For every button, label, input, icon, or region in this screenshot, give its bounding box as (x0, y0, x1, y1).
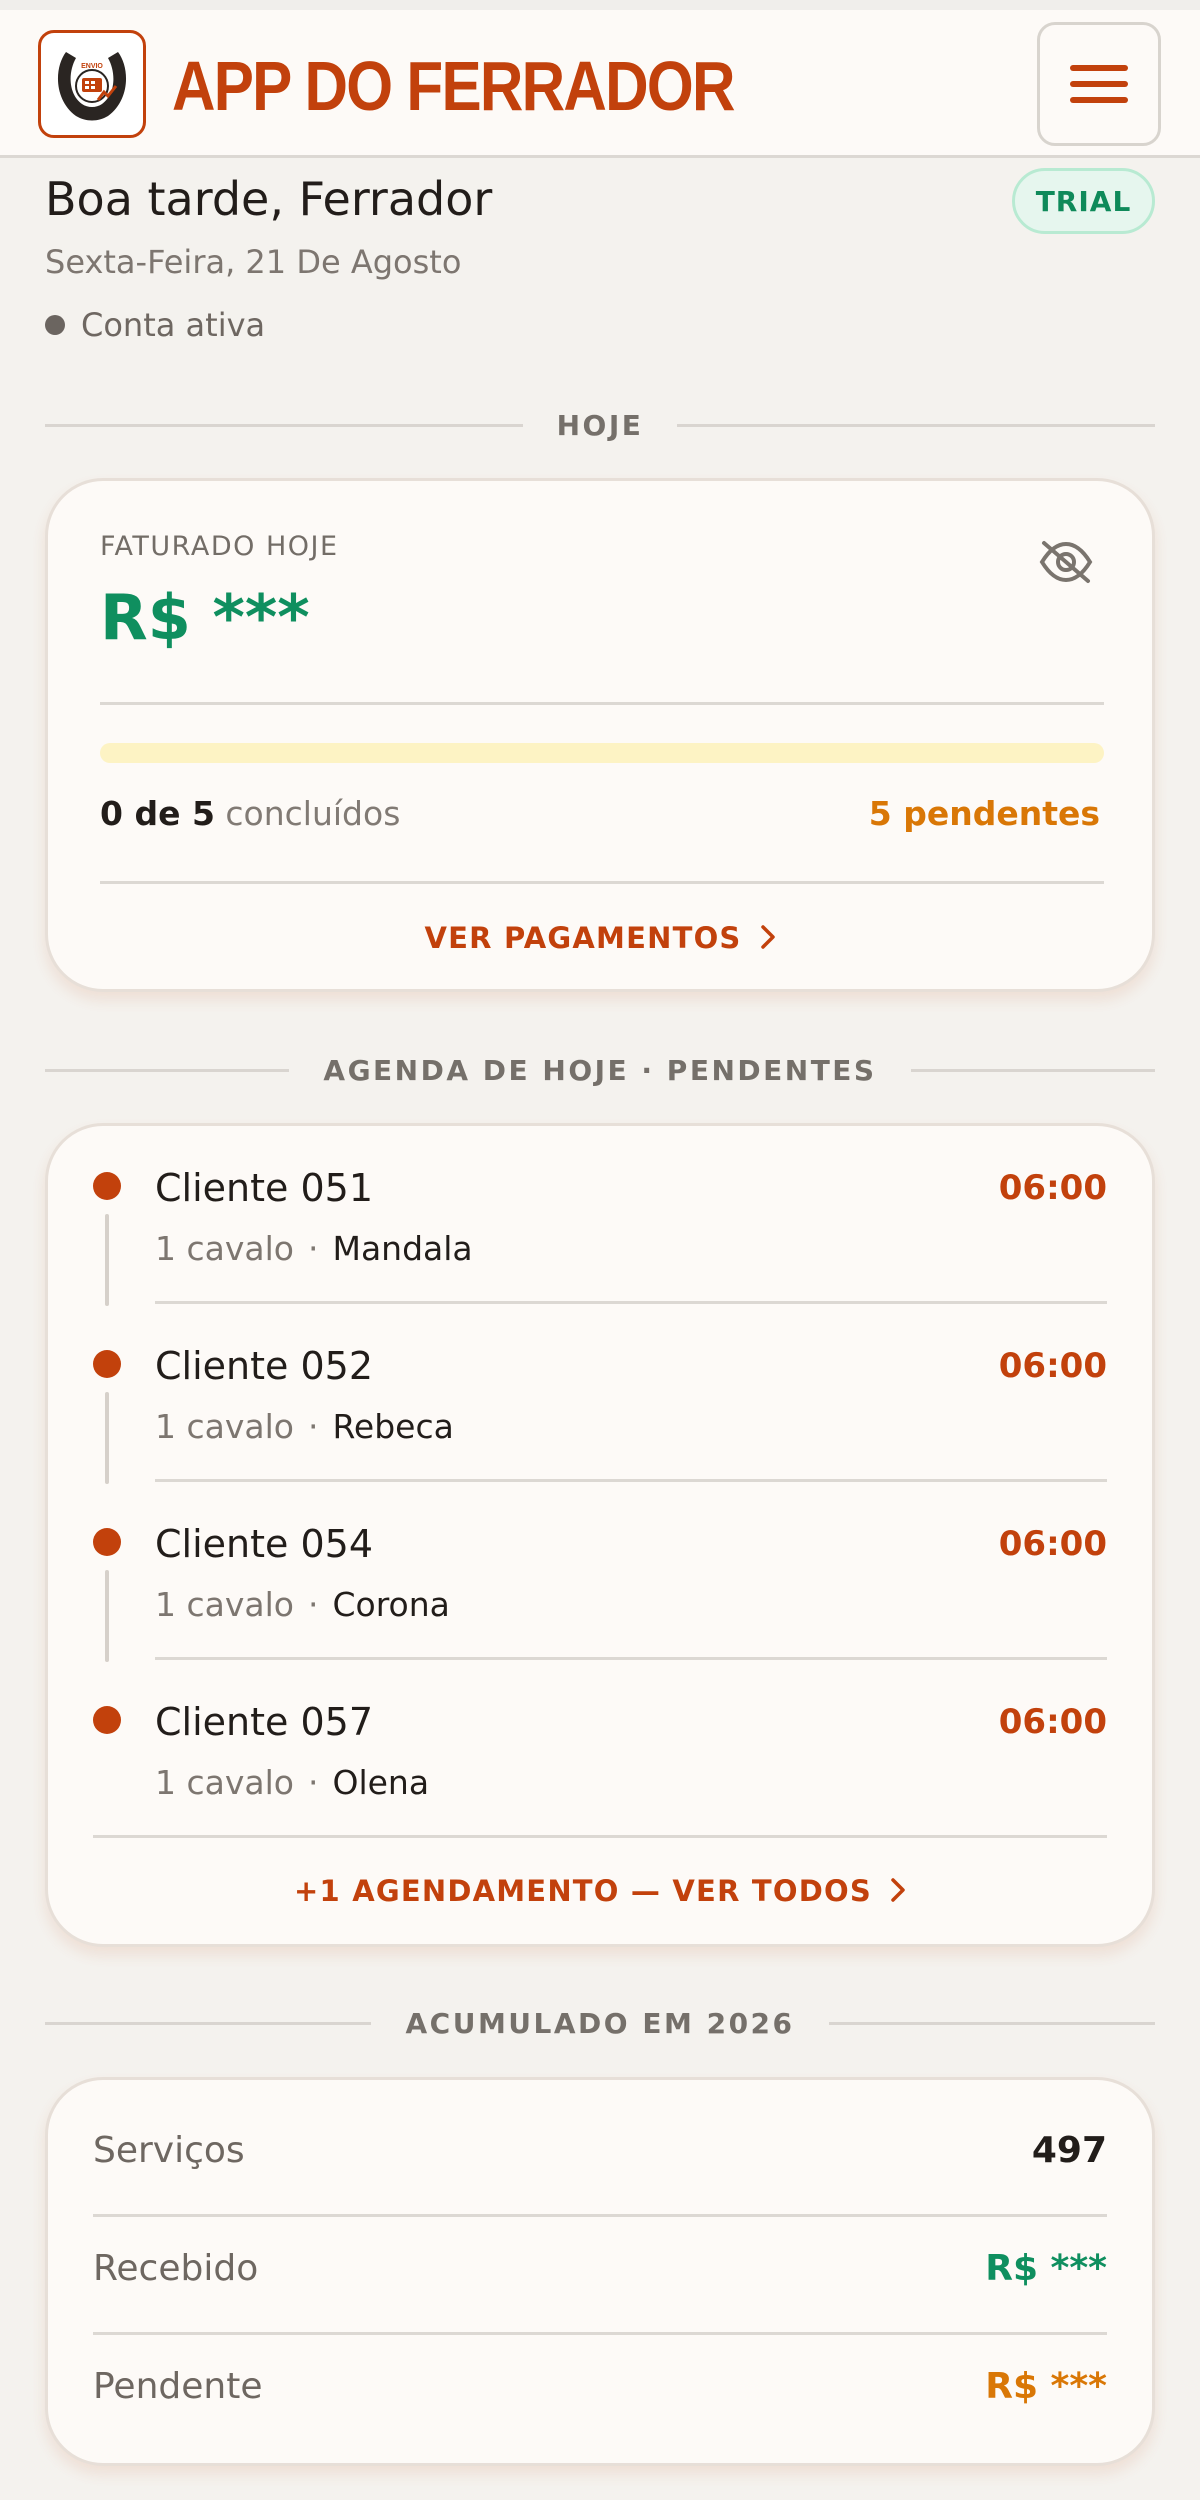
separator-dot: · (307, 1229, 319, 1268)
chevron-right-icon (760, 923, 776, 957)
timeline-dot-icon (93, 1706, 121, 1734)
section-divider-today: HOJE (45, 405, 1155, 445)
accumulated-row-services: Serviços 497 (93, 2092, 1107, 2209)
account-status: Conta ativa (45, 306, 265, 344)
menu-button[interactable] (1037, 22, 1161, 146)
services-value: 497 (1031, 2130, 1107, 2171)
view-payments-button[interactable]: VER PAGAMENTOS (48, 921, 1152, 957)
timeline-line (105, 1214, 109, 1306)
progress-text: 0 de 5 concluídos (100, 794, 400, 833)
pending-label: Pendente (93, 2366, 263, 2407)
current-date: Sexta-Feira, 21 De Agosto (45, 243, 462, 281)
view-payments-label: VER PAGAMENTOS (424, 921, 742, 955)
chevron-right-icon (890, 1876, 906, 1910)
section-divider-agenda: AGENDA DE HOJE · PENDENTES (45, 1050, 1155, 1090)
horse-name: Corona (332, 1585, 450, 1624)
svg-text:ENVIO: ENVIO (81, 63, 103, 70)
received-label: Recebido (93, 2248, 259, 2289)
section-label-agenda: AGENDA DE HOJE · PENDENTES (323, 1053, 877, 1087)
client-name: Cliente 052 (155, 1344, 373, 1388)
agenda-item[interactable]: Cliente 052 06:00 1 cavalo · Rebeca (48, 1304, 1152, 1484)
appointment-details: 1 cavalo · Olena (155, 1763, 429, 1802)
accumulated-row-received: Recebido R$ *** (93, 2210, 1107, 2327)
app-title: APP DO FERRADOR (172, 47, 735, 125)
today-summary-card: FATURADO HOJE R$ *** 0 de 5 concluídos 5… (45, 478, 1155, 992)
agenda-item[interactable]: Cliente 051 06:00 1 cavalo · Mandala (48, 1126, 1152, 1306)
accumulated-row-pending: Pendente R$ *** (93, 2328, 1107, 2445)
progress-bar (100, 743, 1104, 763)
pending-value: R$ *** (985, 2366, 1107, 2407)
section-divider-accumulated: ACUMULADO EM 2026 (45, 2003, 1155, 2043)
horse-count: 1 cavalo (155, 1763, 294, 1802)
horse-count: 1 cavalo (155, 1229, 294, 1268)
billed-today-label: FATURADO HOJE (100, 531, 339, 562)
card-divider (100, 881, 1104, 884)
appointment-details: 1 cavalo · Mandala (155, 1229, 473, 1268)
progress-done: 0 de 5 (100, 794, 215, 833)
app-header: ENVIO APP DO FERRADOR (0, 0, 1200, 158)
client-name: Cliente 057 (155, 1700, 373, 1744)
separator-dot: · (307, 1585, 319, 1624)
horse-name: Olena (332, 1763, 430, 1802)
progress-suffix: concluídos (225, 794, 401, 833)
horse-count: 1 cavalo (155, 1407, 294, 1446)
timeline-dot-icon (93, 1172, 121, 1200)
timeline-dot-icon (93, 1350, 121, 1378)
trial-badge: TRIAL (1012, 168, 1155, 234)
timeline-dot-icon (93, 1528, 121, 1556)
pending-count: 5 pendentes (868, 794, 1100, 833)
horseshoe-logo-icon[interactable]: ENVIO (38, 30, 146, 138)
received-value: R$ *** (985, 2248, 1107, 2289)
hamburger-menu-icon (1070, 65, 1128, 103)
horse-name: Rebeca (332, 1407, 454, 1446)
timeline-line (105, 1392, 109, 1484)
appointment-time: 06:00 (998, 1346, 1107, 1386)
client-name: Cliente 054 (155, 1522, 373, 1566)
horse-name: Mandala (332, 1229, 473, 1268)
appointment-time: 06:00 (998, 1702, 1107, 1742)
agenda-card: Cliente 051 06:00 1 cavalo · Mandala Clien… (45, 1123, 1155, 1947)
client-name: Cliente 051 (155, 1166, 373, 1210)
appointment-time: 06:00 (998, 1168, 1107, 1208)
item-divider (93, 1835, 1107, 1838)
timeline-line (105, 1570, 109, 1662)
account-status-label: Conta ativa (81, 306, 266, 344)
accumulated-card: Serviços 497 Recebido R$ *** Pendente R$… (45, 2077, 1155, 2466)
separator-dot: · (307, 1407, 319, 1446)
card-divider (100, 702, 1104, 705)
appointment-details: 1 cavalo · Rebeca (155, 1407, 454, 1446)
view-all-appointments-button[interactable]: +1 AGENDAMENTO — VER TODOS (48, 1874, 1152, 1910)
appointment-time: 06:00 (998, 1524, 1107, 1564)
eye-off-icon[interactable] (1038, 539, 1094, 589)
section-label-today: HOJE (556, 408, 644, 442)
services-label: Serviços (93, 2130, 245, 2171)
separator-dot: · (307, 1763, 319, 1802)
horse-count: 1 cavalo (155, 1585, 294, 1624)
appointment-details: 1 cavalo · Corona (155, 1585, 450, 1624)
section-label-accumulated: ACUMULADO EM 2026 (405, 2006, 795, 2040)
agenda-item[interactable]: Cliente 054 06:00 1 cavalo · Corona (48, 1482, 1152, 1662)
greeting-title: Boa tarde, Ferrador (45, 172, 493, 226)
agenda-item[interactable]: Cliente 057 06:00 1 cavalo · Olena (48, 1660, 1152, 1838)
view-all-label: +1 AGENDAMENTO — VER TODOS (294, 1874, 872, 1908)
billed-today-value: R$ *** (100, 581, 310, 654)
status-dot-icon (45, 315, 65, 335)
